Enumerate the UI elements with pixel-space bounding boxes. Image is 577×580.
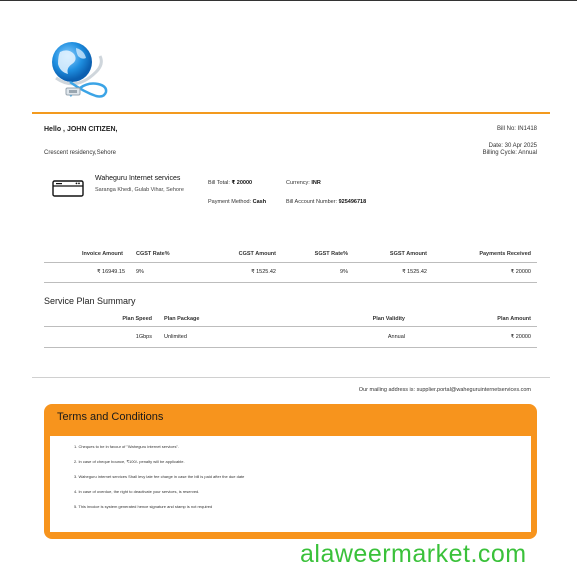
header-sgst-amount: SGST Amount <box>389 251 427 257</box>
cell-sgst-rate: 9% <box>340 269 348 275</box>
customer-greeting: Hello , JOHN CITIZEN, <box>44 126 118 133</box>
bill-total-value: ₹ 20000 <box>231 180 253 186</box>
payment-method: Payment Method: Cash <box>208 199 266 205</box>
header-payments-received: Payments Received <box>479 251 531 257</box>
account-number-value: 925496718 <box>338 199 367 205</box>
header-plan-amount: Plan Amount <box>497 316 531 322</box>
table-row: 1Gbps Unlimited Annual ₹ 20000 <box>44 334 537 348</box>
charges-header-divider <box>44 262 537 263</box>
list-item: 3. Waheguru internet services Shall levy… <box>74 474 245 479</box>
list-item: 2. In case of cheque bounce, ₹100/- pena… <box>74 459 185 464</box>
header-sgst-rate: SGST Rate% <box>314 251 348 257</box>
cell-plan-validity: Annual <box>387 334 405 340</box>
bill-date: Date: 30 Apr 2025 <box>488 143 537 149</box>
bill-number: Bill No: IN1418 <box>496 126 537 132</box>
bill-total-label: Bill Total: <box>208 180 230 186</box>
plan-header-divider <box>44 326 537 327</box>
payment-method-value: Cash <box>252 199 267 205</box>
payment-method-label: Payment Method: <box>208 199 252 205</box>
terms-title: Terms and Conditions <box>57 411 164 423</box>
account-number-label: Bill Account Number: <box>286 199 338 205</box>
watermark: alaweermarket.com <box>300 540 527 568</box>
cell-payments-received: ₹ 20000 <box>510 269 531 275</box>
cell-invoice-amount: ₹ 16949.15 <box>97 269 125 275</box>
plan-table: Plan Speed Plan Package Plan Validity Pl… <box>44 316 537 330</box>
terms-body: 1. Cheques to be in favour of "Waheguru … <box>50 436 531 532</box>
header-plan-package: Plan Package <box>164 316 200 322</box>
company-name: Waheguru Internet services <box>95 175 181 182</box>
plan-body: 1Gbps Unlimited Annual ₹ 20000 <box>44 334 537 348</box>
table-row: ₹ 16949.15 9% ₹ 1525.42 9% ₹ 1525.42 ₹ 2… <box>44 269 537 283</box>
cell-cgst-amount: ₹ 1525.42 <box>251 269 276 275</box>
cell-plan-speed: 1Gbps <box>135 334 152 340</box>
account-number: Bill Account Number: 925496718 <box>286 199 366 205</box>
cell-sgst-amount: ₹ 1525.42 <box>402 269 427 275</box>
mailing-address: Our mailing address is: supplier.portal@… <box>358 387 531 393</box>
customer-address: Crescent residency,Sehore <box>44 150 116 156</box>
header-divider <box>32 112 550 114</box>
header-cgst-amount: CGST Amount <box>238 251 276 257</box>
list-item: 4. In case of overdue, the right to deac… <box>74 489 200 494</box>
header-cgst-rate: CGST Rate% <box>136 251 170 257</box>
plan-header-row: Plan Speed Plan Package Plan Validity Pl… <box>44 316 537 330</box>
bill-card-icon <box>52 180 84 197</box>
header-invoice-amount: Invoice Amount <box>81 251 123 257</box>
header-plan-validity: Plan Validity <box>372 316 405 322</box>
terms-panel: Terms and Conditions 1. Cheques to be in… <box>44 404 537 539</box>
list-item: 5. This invoice is system generated henc… <box>74 504 213 509</box>
charges-bottom-divider <box>44 282 537 283</box>
bill-date-block: Date: 30 Apr 2025 Billing Cycle: Annual <box>483 143 537 157</box>
bill-total: Bill Total: ₹ 20000 <box>208 180 252 186</box>
footer-divider <box>32 377 550 378</box>
globe-network-logo-icon <box>52 42 108 98</box>
currency-value: INR <box>311 180 321 186</box>
list-item: 1. Cheques to be in favour of "Waheguru … <box>74 444 179 449</box>
header-plan-speed: Plan Speed <box>122 316 152 322</box>
currency-label: Currency: <box>286 180 310 186</box>
plan-section-title: Service Plan Summary <box>44 296 136 306</box>
charges-body: ₹ 16949.15 9% ₹ 1525.42 9% ₹ 1525.42 ₹ 2… <box>44 269 537 283</box>
cell-plan-package: Unlimited <box>164 334 187 340</box>
terms-list: 1. Cheques to be in favour of "Waheguru … <box>74 444 244 519</box>
top-border <box>0 0 577 1</box>
billing-cycle: Billing Cycle: Annual <box>482 150 537 156</box>
cell-cgst-rate: 9% <box>136 269 144 275</box>
currency: Currency: INR <box>286 180 321 186</box>
plan-bottom-divider <box>44 347 537 348</box>
cell-plan-amount: ₹ 20000 <box>510 334 531 340</box>
company-address: Saranga Khedi, Gulab Vihar, Sehore <box>95 187 184 193</box>
